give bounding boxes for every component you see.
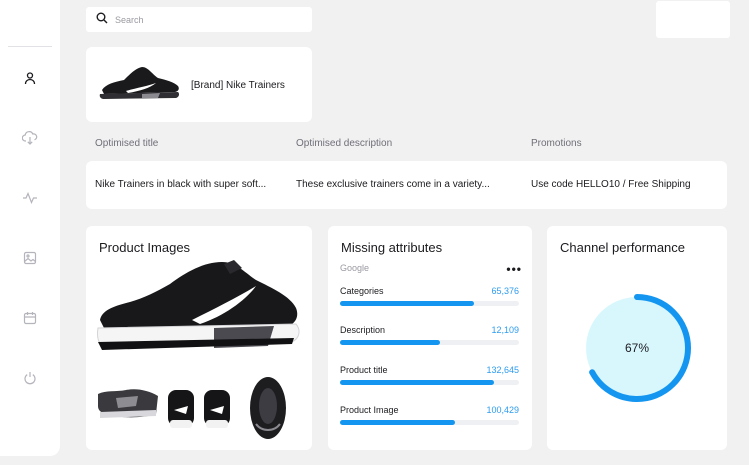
attribute-progress-fill: [340, 340, 441, 345]
sidebar: [0, 0, 60, 456]
attribute-progress-fill: [340, 301, 475, 306]
product-thumbnail: [96, 64, 184, 107]
channel-performance-panel: Channel performance 67%: [547, 226, 727, 450]
product-thumbnail-top[interactable]: [246, 374, 292, 445]
calendar-icon[interactable]: [20, 308, 40, 328]
attribute-progress-track: [340, 340, 519, 345]
attribute-label: Description: [340, 325, 386, 335]
attribute-progress-track: [340, 420, 519, 425]
missing-attributes-title: Missing attributes: [341, 240, 443, 255]
optimised-title-header: Optimised title: [95, 138, 159, 149]
search-icon: [96, 11, 108, 29]
image-icon[interactable]: [20, 248, 40, 268]
channel-performance-title: Channel performance: [560, 240, 686, 255]
product-images-panel: Product Images: [86, 226, 312, 450]
product-name: [Brand] Nike Trainers: [191, 80, 285, 91]
attribute-label: Categories: [340, 286, 384, 296]
product-images-title: Product Images: [99, 240, 191, 255]
attribute-progress-fill: [340, 380, 494, 385]
search-input[interactable]: [115, 14, 285, 25]
main-product-image[interactable]: [96, 258, 304, 359]
top-right-panel: [656, 1, 730, 38]
missing-attributes-panel: Missing attributes Google ••• Categories…: [328, 226, 532, 450]
optimised-description-value[interactable]: These exclusive trainers come in a varie…: [296, 179, 490, 190]
search-bar: [86, 7, 312, 32]
channel-performance-gauge: 67%: [583, 294, 691, 402]
promotions-value[interactable]: Use code HELLO10 / Free Shipping: [531, 179, 691, 190]
user-icon[interactable]: [20, 68, 40, 88]
source-label: Google: [340, 263, 370, 273]
attribute-count: 12,109: [491, 325, 519, 335]
product-thumbnail-back[interactable]: [166, 386, 236, 437]
gauge-percent-label: 67%: [625, 341, 649, 355]
activity-icon[interactable]: [20, 188, 40, 208]
sidebar-divider: [8, 46, 52, 47]
attribute-progress-track: [340, 301, 519, 306]
attribute-count: 65,376: [491, 286, 519, 296]
attribute-progress-track: [340, 380, 519, 385]
optimised-values-row: Nike Trainers in black with super soft..…: [86, 161, 727, 209]
cloud-download-icon[interactable]: [20, 128, 40, 148]
optimised-description-header: Optimised description: [296, 138, 393, 149]
attribute-label: Product Image: [340, 405, 399, 415]
promotions-header: Promotions: [531, 138, 582, 149]
attribute-count: 132,645: [486, 365, 519, 375]
attribute-label: Product title: [340, 365, 388, 375]
power-icon[interactable]: [20, 368, 40, 388]
product-thumbnail-side[interactable]: [96, 384, 160, 427]
attribute-progress-fill: [340, 420, 455, 425]
more-icon[interactable]: •••: [506, 262, 522, 276]
optimised-title-value[interactable]: Nike Trainers in black with super soft..…: [95, 179, 266, 190]
attribute-count: 100,429: [486, 405, 519, 415]
product-card[interactable]: [Brand] Nike Trainers: [86, 47, 312, 122]
